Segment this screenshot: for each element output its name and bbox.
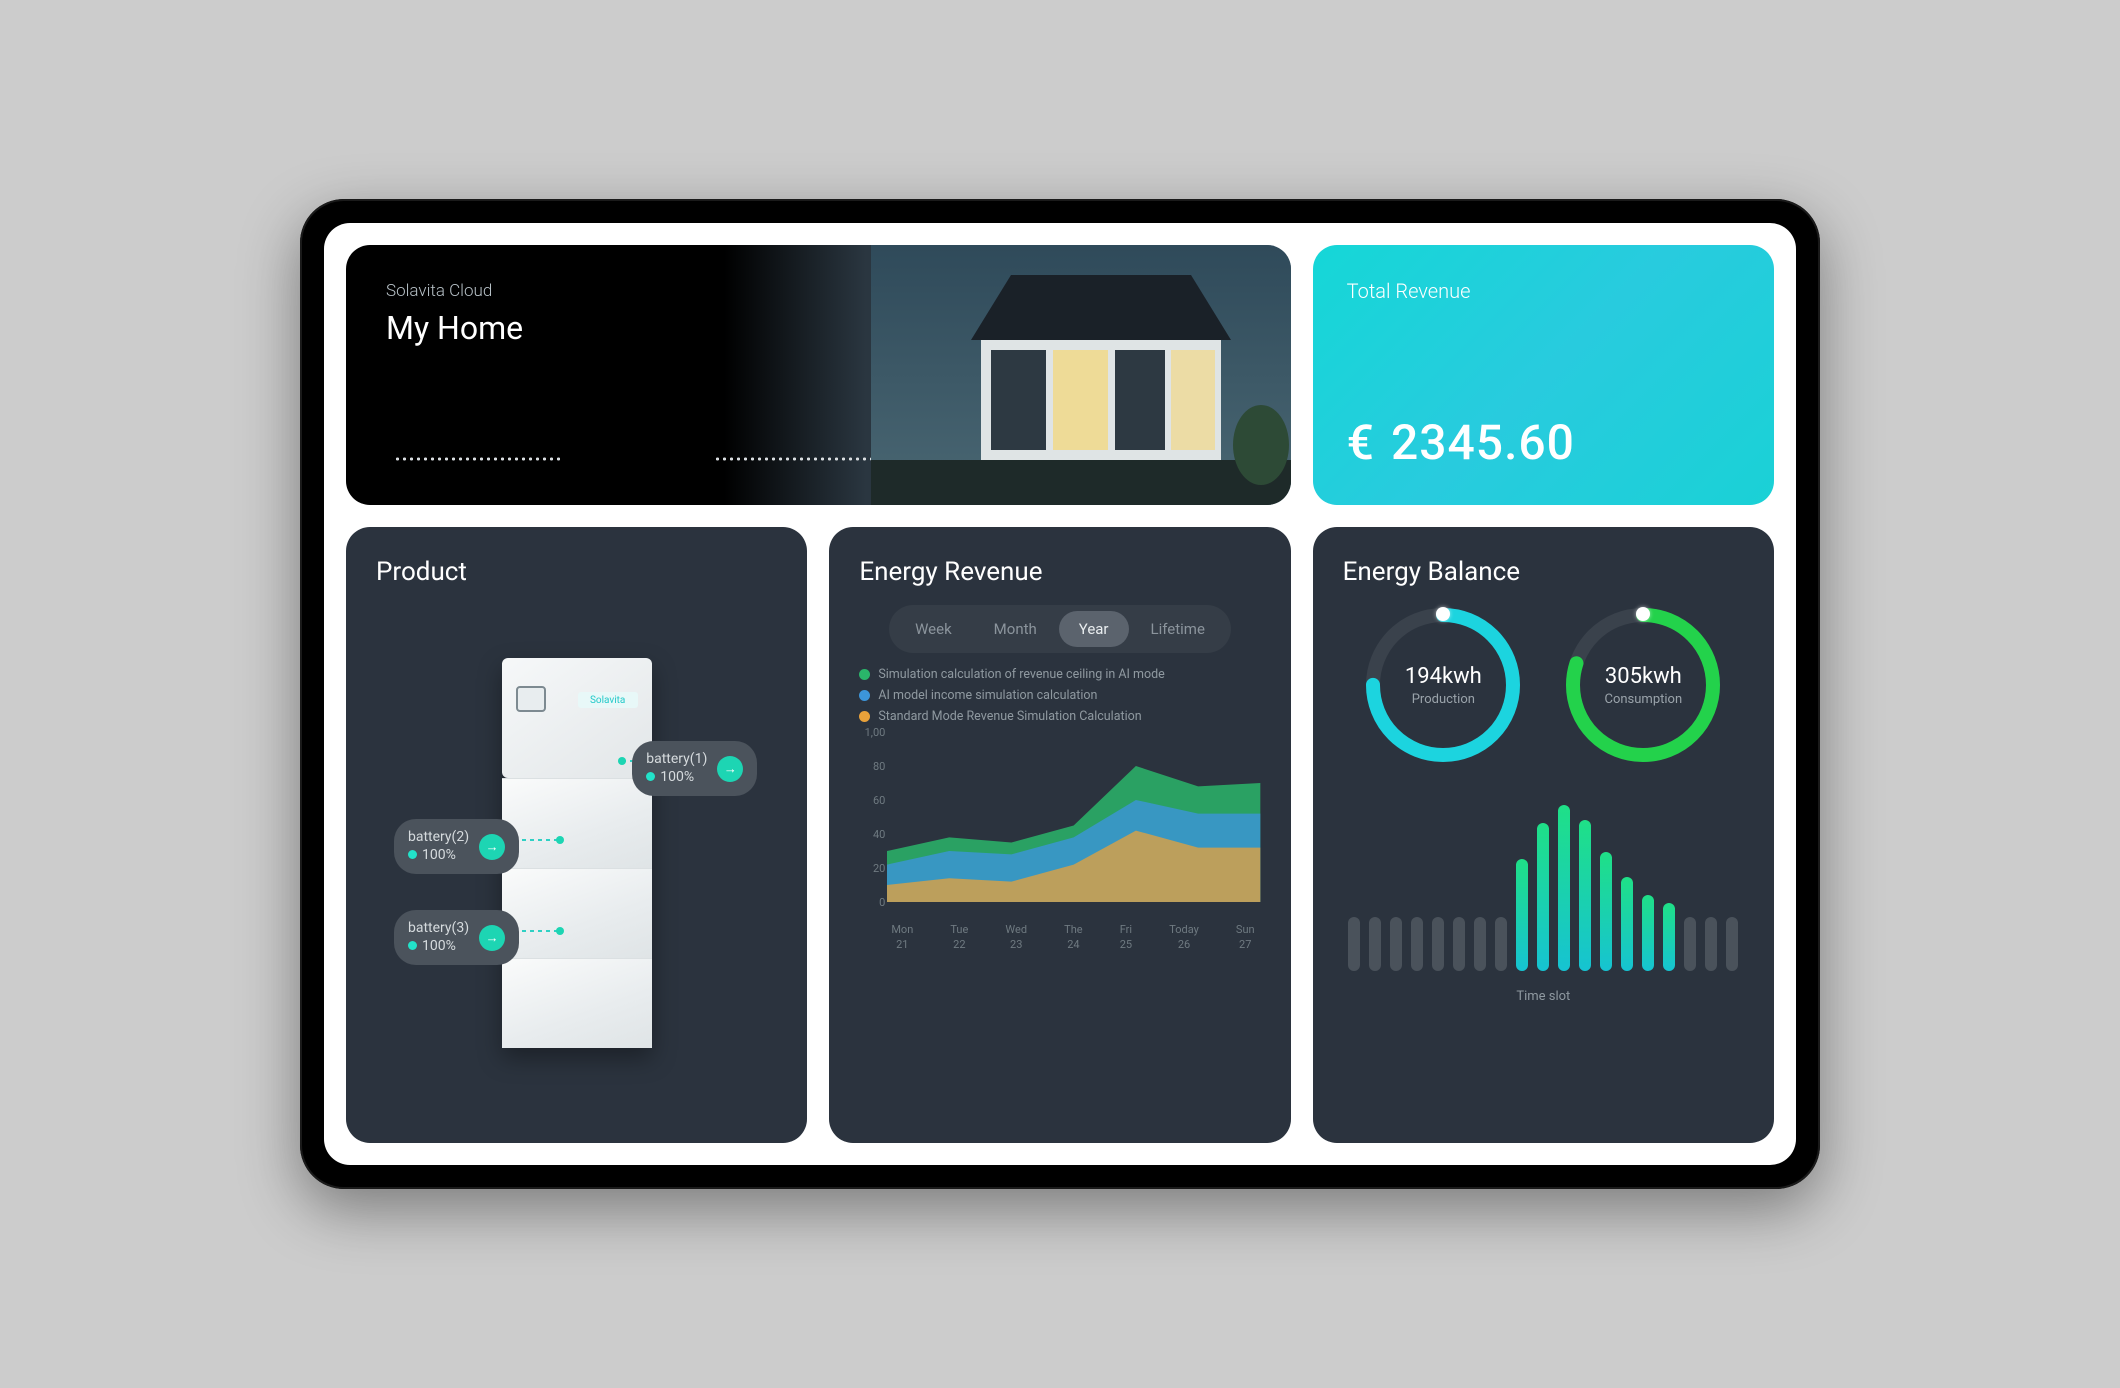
battery-label: battery(2) xyxy=(408,829,469,847)
y-tick: 60 xyxy=(859,794,885,807)
period-segmented: WeekMonthYearLifetime xyxy=(889,605,1231,653)
screen: Solavita Cloud My Home xyxy=(324,223,1796,1165)
timeslot-bar[interactable] xyxy=(1453,917,1465,971)
revenue-label: Total Revenue xyxy=(1347,279,1740,303)
timeslot-bar[interactable] xyxy=(1537,823,1549,971)
product-stage: Solavita battery(1) 100% → xyxy=(376,605,777,1101)
legend-text: AI model income simulation calculation xyxy=(878,688,1097,703)
legend-text: Standard Mode Revenue Simulation Calcula… xyxy=(878,709,1141,724)
arrow-right-icon[interactable]: → xyxy=(479,834,505,860)
battery-label: battery(3) xyxy=(408,920,469,938)
battery-label: battery(1) xyxy=(646,751,707,769)
legend-item: Standard Mode Revenue Simulation Calcula… xyxy=(859,709,1260,724)
y-tick: 1,00 xyxy=(859,726,885,739)
timeslot-bar[interactable] xyxy=(1642,895,1654,971)
timeslot-bar[interactable] xyxy=(1684,917,1696,971)
energy-balance-title: Energy Balance xyxy=(1343,557,1744,587)
legend-text: Simulation calculation of revenue ceilin… xyxy=(878,667,1164,682)
hero-text: Solavita Cloud My Home xyxy=(386,281,523,347)
energy-balance-card: Energy Balance 194kwh Production 305kwh Con… xyxy=(1313,527,1774,1143)
timeslot-bar[interactable] xyxy=(1474,917,1486,971)
gauge-consumption: 305kwh Consumption xyxy=(1563,605,1723,765)
x-tick: Today26 xyxy=(1169,923,1199,951)
timeslot-bar[interactable] xyxy=(1432,917,1444,971)
battery-pill-3[interactable]: battery(3) 100% → xyxy=(394,910,519,965)
tablet-frame: Solavita Cloud My Home xyxy=(300,199,1820,1189)
revenue-value: € 2345.60 xyxy=(1347,414,1740,471)
gauges: 194kwh Production 305kwh Consumption xyxy=(1343,605,1744,765)
timeslot-bar[interactable] xyxy=(1600,852,1612,971)
x-tick: Sun27 xyxy=(1236,923,1255,951)
x-tick: Tue22 xyxy=(950,923,968,951)
timeslot-bar[interactable] xyxy=(1579,820,1591,971)
gauge-value: 194kwh xyxy=(1405,664,1482,689)
currency-symbol: € xyxy=(1347,414,1375,471)
y-tick: 20 xyxy=(859,862,885,875)
timeslot-bar[interactable] xyxy=(1495,917,1507,971)
x-axis: Mon21 Tue22 Wed23 The24 Fri25 Today26 Sun27 xyxy=(859,923,1260,951)
y-tick: 80 xyxy=(859,760,885,773)
legend-dot-icon xyxy=(859,690,870,701)
energy-revenue-card: Energy Revenue WeekMonthYearLifetime Sim… xyxy=(829,527,1290,1143)
arrow-right-icon[interactable]: → xyxy=(479,925,505,951)
x-tick: Fri25 xyxy=(1120,923,1132,951)
hero-title: My Home xyxy=(386,309,523,347)
gauge-label: Consumption xyxy=(1605,692,1683,707)
timeslot-bar[interactable] xyxy=(1390,917,1402,971)
legend-item: AI model income simulation calculation xyxy=(859,688,1260,703)
gauge-production: 194kwh Production xyxy=(1363,605,1523,765)
x-tick: Mon21 xyxy=(891,923,913,951)
battery-pct: 100% xyxy=(660,769,694,785)
period-tab-month[interactable]: Month xyxy=(974,611,1057,647)
timeslot-bar[interactable] xyxy=(1516,859,1528,971)
legend-dot-icon xyxy=(859,669,870,680)
product-title: Product xyxy=(376,557,777,587)
gauge-value: 305kwh xyxy=(1605,664,1682,689)
chart-legend: Simulation calculation of revenue ceilin… xyxy=(859,667,1260,724)
status-dot-icon xyxy=(408,850,417,859)
house-illustration xyxy=(871,245,1291,505)
x-tick: The24 xyxy=(1064,923,1082,951)
period-tab-lifetime[interactable]: Lifetime xyxy=(1131,611,1225,647)
battery-pct: 100% xyxy=(422,938,456,954)
period-tab-week[interactable]: Week xyxy=(895,611,972,647)
battery-module-3 xyxy=(502,958,652,1048)
timeslot-label: Time slot xyxy=(1343,989,1744,1004)
timeslot-bar[interactable] xyxy=(1411,917,1423,971)
timeslot-bars xyxy=(1343,791,1744,971)
timeslot-bar[interactable] xyxy=(1663,903,1675,971)
timeslot-bar[interactable] xyxy=(1348,917,1360,971)
gauge-label: Production xyxy=(1412,692,1475,707)
y-tick: 40 xyxy=(859,828,885,841)
total-revenue-card[interactable]: Total Revenue € 2345.60 xyxy=(1313,245,1774,505)
home-hero-card[interactable]: Solavita Cloud My Home xyxy=(346,245,1291,505)
status-dot-icon xyxy=(646,772,655,781)
arrow-right-icon[interactable]: → xyxy=(717,756,743,782)
timeslot-bar[interactable] xyxy=(1705,917,1717,971)
brand-badge: Solavita xyxy=(578,692,638,708)
product-card: Product Solavita battery(1) 100% xyxy=(346,527,807,1143)
revenue-amount: 2345.60 xyxy=(1391,414,1575,471)
hero-indicator-dots xyxy=(394,457,884,461)
battery-stack: Solavita xyxy=(502,658,652,1048)
legend-item: Simulation calculation of revenue ceilin… xyxy=(859,667,1260,682)
battery-module-1 xyxy=(502,778,652,868)
battery-module-2 xyxy=(502,868,652,958)
timeslot-bar[interactable] xyxy=(1369,917,1381,971)
revenue-area-chart: 0204060801,00 xyxy=(859,732,1260,917)
y-tick: 0 xyxy=(859,896,885,909)
legend-dot-icon xyxy=(859,711,870,722)
battery-pct: 100% xyxy=(422,847,456,863)
energy-revenue-title: Energy Revenue xyxy=(859,557,1260,587)
x-tick: Wed23 xyxy=(1005,923,1027,951)
timeslot-bar[interactable] xyxy=(1558,805,1570,971)
timeslot-bar[interactable] xyxy=(1621,877,1633,971)
battery-pill-1[interactable]: battery(1) 100% → xyxy=(632,741,757,796)
battery-pill-2[interactable]: battery(2) 100% → xyxy=(394,819,519,874)
hero-subtitle: Solavita Cloud xyxy=(386,281,523,301)
timeslot-bar[interactable] xyxy=(1726,917,1738,971)
status-dot-icon xyxy=(408,941,417,950)
period-tab-year[interactable]: Year xyxy=(1059,611,1129,647)
